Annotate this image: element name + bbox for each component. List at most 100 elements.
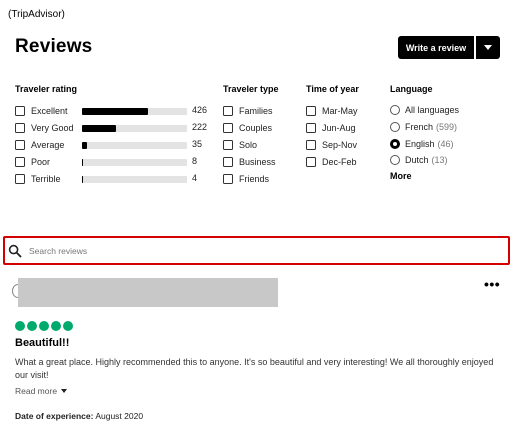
page-title: Reviews bbox=[15, 36, 93, 57]
language-label: Dutch bbox=[405, 155, 429, 165]
radio-button[interactable] bbox=[390, 155, 400, 165]
checkbox[interactable] bbox=[15, 140, 25, 150]
rating-bubble-icon bbox=[63, 321, 73, 331]
checkbox[interactable] bbox=[15, 174, 25, 184]
rating-bar-fill bbox=[82, 176, 83, 183]
language-label: All languages bbox=[405, 105, 460, 115]
rating-bar-fill bbox=[82, 108, 148, 115]
traveler-type-title: Traveler type bbox=[223, 84, 279, 94]
time-filter-dec-feb[interactable]: Dec-Feb bbox=[306, 156, 357, 168]
rating-filter-excellent[interactable]: Excellent bbox=[15, 105, 68, 117]
rating-label: Terrible bbox=[31, 174, 61, 184]
rating-count-average: 35 bbox=[192, 139, 203, 149]
checkbox[interactable] bbox=[15, 123, 25, 133]
rating-label: Average bbox=[31, 140, 65, 150]
type-filter-families[interactable]: Families bbox=[223, 105, 273, 117]
checkbox[interactable] bbox=[306, 106, 316, 116]
rating-count-terrible: 4 bbox=[192, 173, 198, 183]
write-review-dropdown-button[interactable] bbox=[476, 36, 500, 59]
rating-bubbles bbox=[15, 321, 73, 331]
language-count: (13) bbox=[431, 155, 448, 165]
time-label: Dec-Feb bbox=[322, 157, 357, 167]
type-label: Solo bbox=[239, 140, 258, 150]
checkbox[interactable] bbox=[223, 106, 233, 116]
radio-button[interactable] bbox=[390, 122, 400, 132]
rating-bubble-icon bbox=[39, 321, 49, 331]
rating-count-very-good: 222 bbox=[192, 122, 208, 132]
checkbox[interactable] bbox=[306, 157, 316, 167]
read-more-label: Read more bbox=[15, 386, 58, 396]
rating-label: Poor bbox=[31, 157, 51, 167]
checkbox[interactable] bbox=[223, 157, 233, 167]
rating-count-excellent: 426 bbox=[192, 105, 208, 115]
rating-filter-very-good[interactable]: Very Good bbox=[15, 122, 74, 134]
type-label: Friends bbox=[239, 174, 270, 184]
source-label: (TripAdvisor) bbox=[8, 9, 65, 20]
rating-bubble-icon bbox=[15, 321, 25, 331]
rating-filter-average[interactable]: Average bbox=[15, 139, 64, 151]
language-option-english[interactable]: English (46) bbox=[390, 138, 454, 150]
rating-bar-fill bbox=[82, 159, 84, 166]
date-value: August 2020 bbox=[95, 411, 144, 421]
rating-bubble-icon bbox=[51, 321, 61, 331]
language-option-all[interactable]: All languages bbox=[390, 104, 459, 116]
rating-bar-fill bbox=[82, 142, 88, 149]
rating-bubble-icon bbox=[27, 321, 37, 331]
time-filter-jun-aug[interactable]: Jun-Aug bbox=[306, 122, 356, 134]
rating-bar-fill bbox=[82, 125, 117, 132]
time-label: Jun-Aug bbox=[322, 123, 356, 133]
date-label: Date of experience: bbox=[15, 411, 94, 421]
traveler-rating-title: Traveler rating bbox=[15, 84, 78, 94]
checkbox[interactable] bbox=[223, 174, 233, 184]
language-title: Language bbox=[390, 84, 433, 94]
type-filter-couples[interactable]: Couples bbox=[223, 122, 272, 134]
time-label: Mar-May bbox=[322, 106, 358, 116]
review-title[interactable]: Beautiful!! bbox=[15, 337, 69, 349]
checkbox[interactable] bbox=[15, 157, 25, 167]
checkbox[interactable] bbox=[306, 123, 316, 133]
rating-bar-poor bbox=[82, 159, 187, 166]
checkbox[interactable] bbox=[306, 140, 316, 150]
time-filter-mar-may[interactable]: Mar-May bbox=[306, 105, 358, 117]
time-label: Sep-Nov bbox=[322, 140, 358, 150]
rating-filter-terrible[interactable]: Terrible bbox=[15, 173, 61, 185]
write-review-button[interactable]: Write a review bbox=[398, 36, 474, 59]
type-label: Business bbox=[239, 157, 276, 167]
type-label: Families bbox=[239, 106, 273, 116]
search-icon bbox=[8, 244, 22, 257]
type-label: Couples bbox=[239, 123, 273, 133]
type-filter-solo[interactable]: Solo bbox=[223, 139, 257, 151]
type-filter-friends[interactable]: Friends bbox=[223, 173, 269, 185]
date-of-experience: Date of experience: August 2020 bbox=[15, 411, 143, 421]
chevron-down-icon bbox=[61, 389, 68, 393]
rating-bar-average bbox=[82, 142, 187, 149]
checkbox[interactable] bbox=[15, 106, 25, 116]
language-label: French bbox=[405, 122, 434, 132]
language-count: (46) bbox=[437, 139, 454, 149]
type-filter-business[interactable]: Business bbox=[223, 156, 276, 168]
time-of-year-title: Time of year bbox=[306, 84, 359, 94]
rating-bar-excellent bbox=[82, 108, 187, 115]
rating-bar-terrible bbox=[82, 176, 187, 183]
review-more-options-icon[interactable]: ••• bbox=[484, 276, 500, 292]
radio-button[interactable] bbox=[390, 105, 400, 115]
rating-label: Excellent bbox=[31, 106, 68, 116]
read-more-link[interactable]: Read more bbox=[15, 386, 68, 396]
checkbox[interactable] bbox=[223, 123, 233, 133]
review-text: What a great place. Highly recommended t… bbox=[15, 357, 494, 380]
language-more-link[interactable]: More bbox=[390, 171, 412, 181]
time-filter-sep-nov[interactable]: Sep-Nov bbox=[306, 139, 357, 151]
chevron-down-icon bbox=[484, 45, 492, 50]
language-option-dutch[interactable]: Dutch (13) bbox=[390, 154, 448, 166]
checkbox[interactable] bbox=[223, 140, 233, 150]
language-count: (599) bbox=[436, 122, 458, 132]
language-label: English bbox=[405, 139, 435, 149]
language-option-french[interactable]: French (599) bbox=[390, 121, 457, 133]
radio-button-selected[interactable] bbox=[390, 139, 400, 149]
search-bar[interactable] bbox=[6, 240, 507, 261]
redacted-reviewer-info bbox=[18, 278, 278, 307]
search-input[interactable] bbox=[29, 245, 489, 256]
rating-filter-poor[interactable]: Poor bbox=[15, 156, 50, 168]
rating-label: Very Good bbox=[31, 123, 74, 133]
rating-count-poor: 8 bbox=[192, 156, 198, 166]
